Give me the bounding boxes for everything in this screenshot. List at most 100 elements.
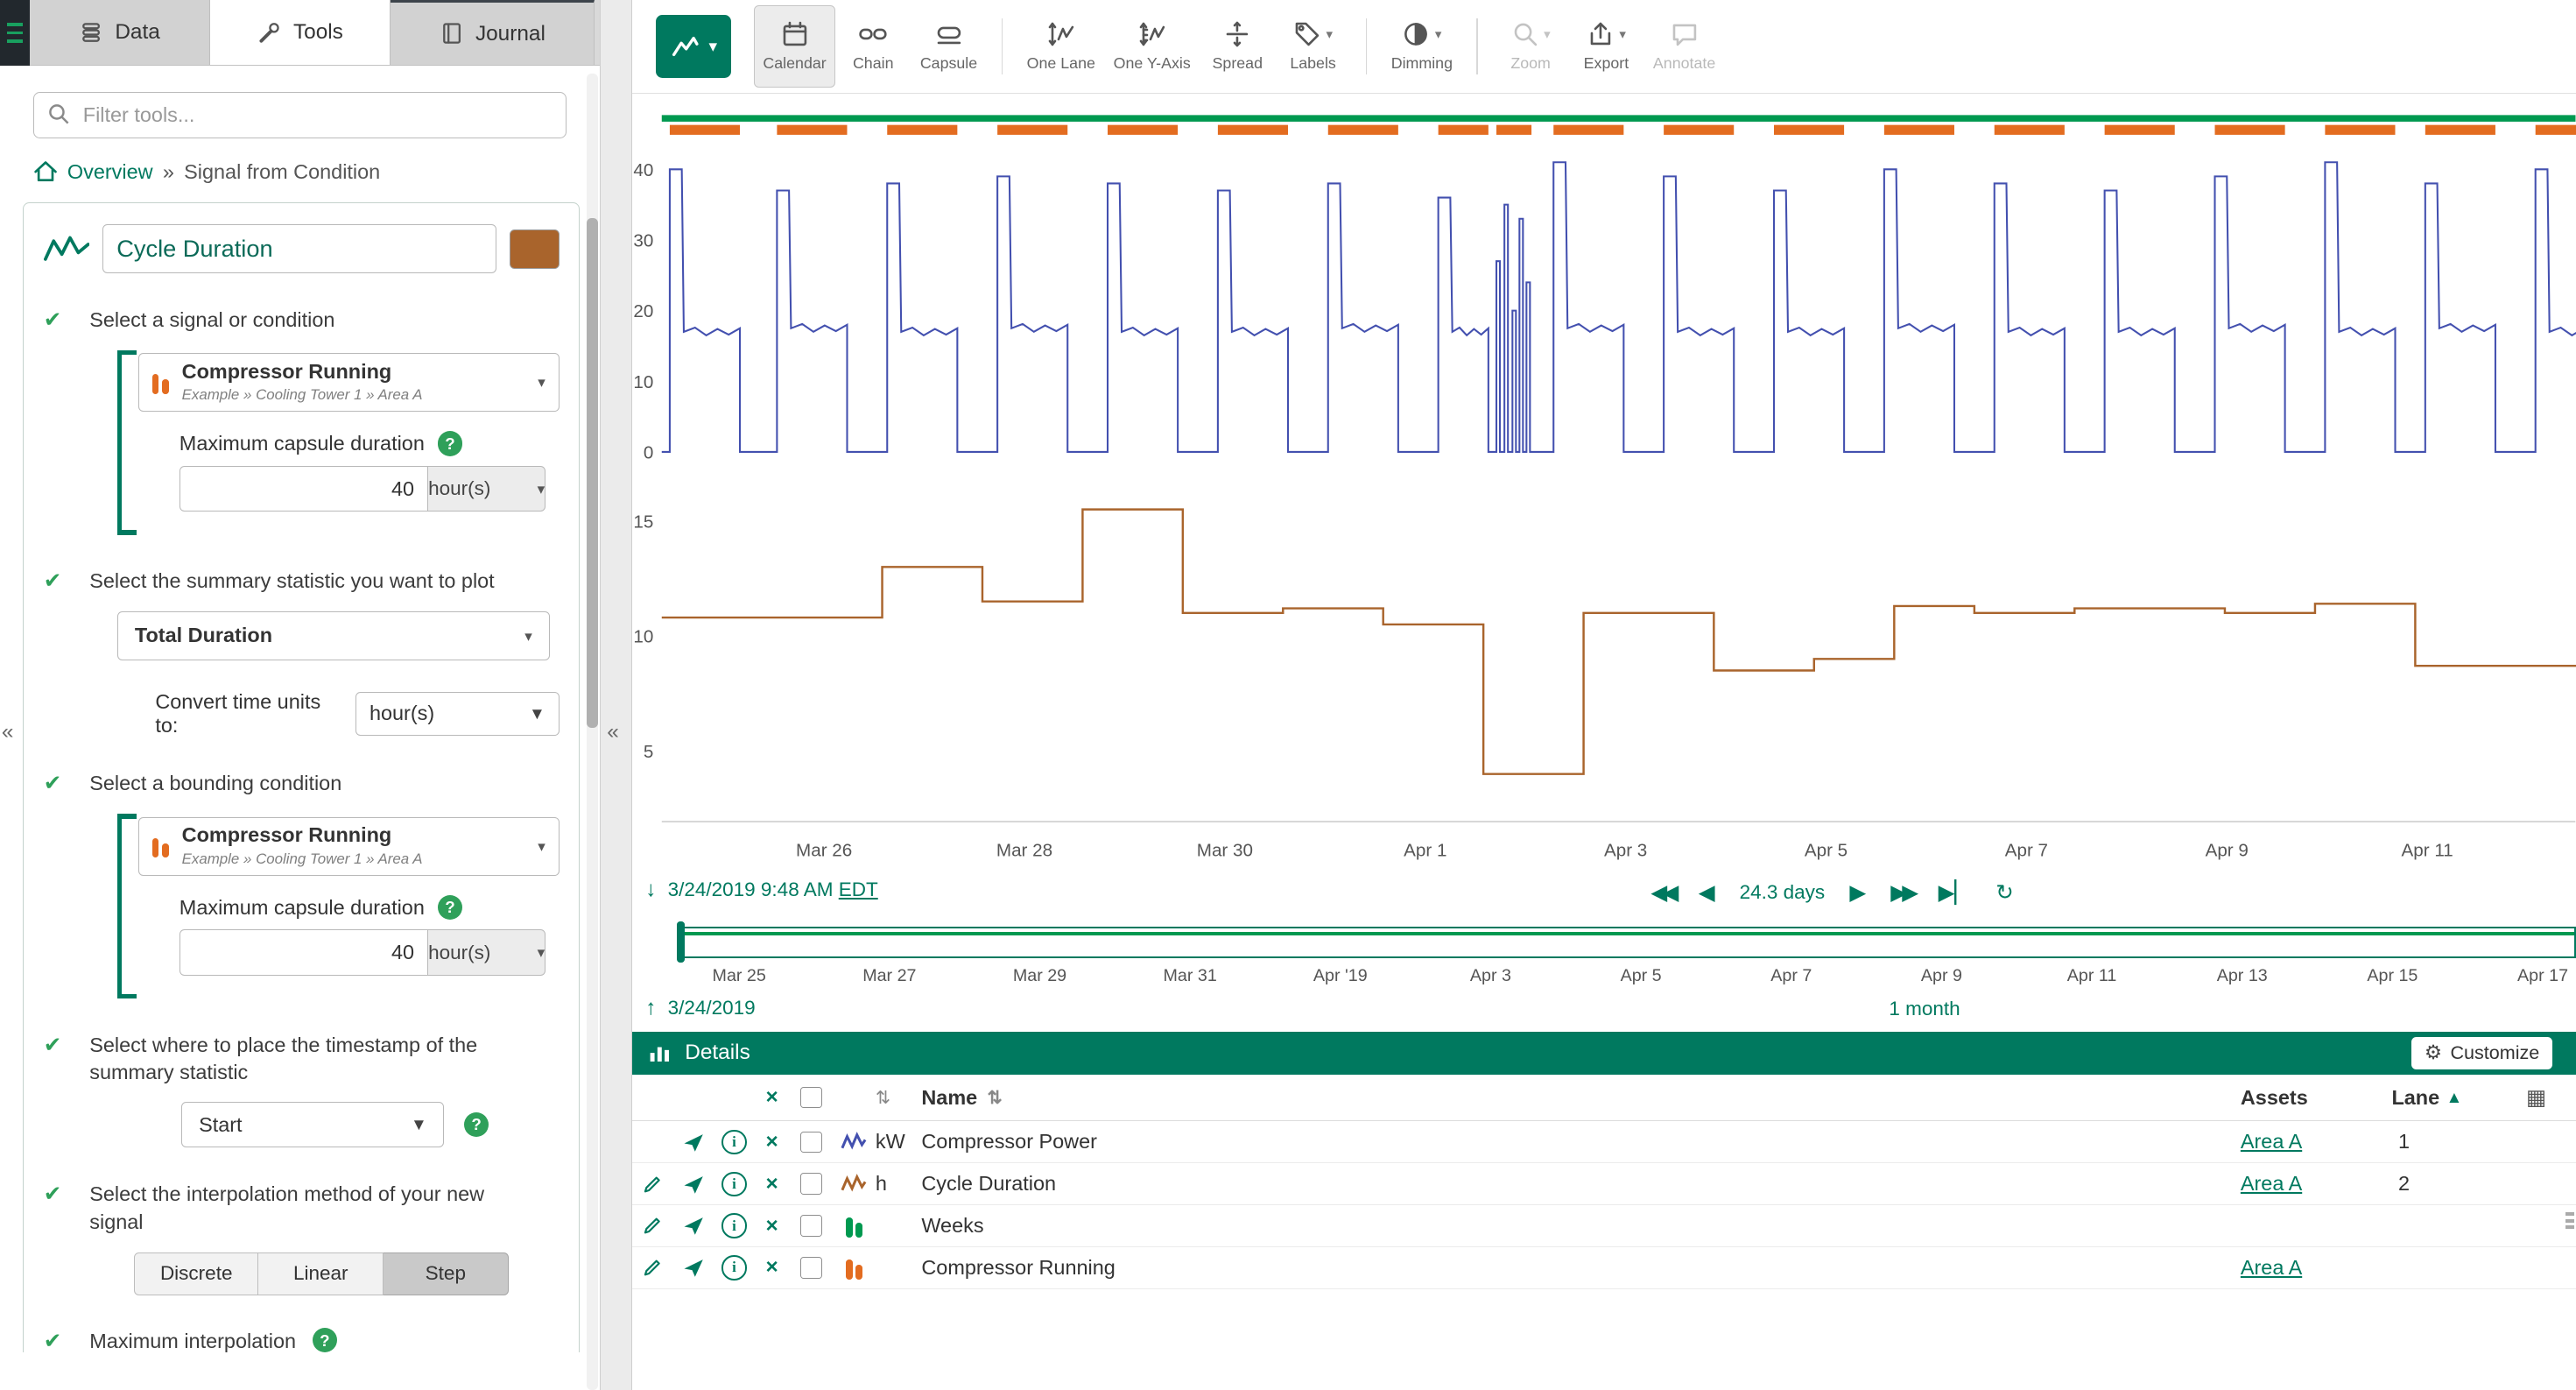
info-icon[interactable]: i [721, 1172, 746, 1196]
breadcrumb-overview-link[interactable]: Overview [67, 160, 153, 184]
toolbar-one-y-axis-button[interactable]: One Y-Axis [1104, 5, 1200, 88]
home-icon[interactable] [33, 159, 58, 184]
asset-link[interactable]: Area A [2241, 1130, 2302, 1153]
bounding-max-input[interactable] [179, 929, 427, 976]
tab-journal[interactable]: Journal [391, 0, 595, 65]
display-range-start[interactable]: 3/24/2019 9:48 AM EDT [668, 878, 878, 901]
rocket-icon[interactable] [682, 1173, 705, 1196]
toolbar-one-lane-button[interactable]: One Lane [1017, 5, 1104, 88]
timeline-selection[interactable] [682, 927, 2576, 958]
add-column-icon[interactable]: ▦ [2497, 1084, 2576, 1111]
help-icon[interactable]: ? [313, 1328, 337, 1352]
table-row[interactable]: i × h Cycle Duration Area A 2 [632, 1163, 2575, 1205]
panel-divider: « [600, 0, 633, 1390]
asset-link[interactable]: Area A [2241, 1172, 2302, 1195]
toolbar-capsule-button[interactable]: Capsule [911, 5, 986, 88]
bounding-condition-select[interactable]: Compressor Running Example » Cooling Tow… [138, 817, 560, 876]
table-row[interactable]: i × kW Compressor Power Area A 1 [632, 1121, 2575, 1163]
go-to-end-button[interactable]: ▶▏ [1939, 879, 1972, 906]
color-swatch-button[interactable] [510, 229, 559, 269]
statistic-select[interactable]: Total Duration ▾ [117, 611, 549, 660]
edit-icon[interactable] [641, 1173, 664, 1196]
rocket-icon[interactable] [682, 1214, 705, 1237]
hamburger-menu-icon[interactable] [0, 0, 30, 66]
table-row[interactable]: i × Compressor Running Area A [632, 1247, 2575, 1289]
bounding-section-label: Select a bounding condition [89, 770, 341, 798]
collapse-panel-left-icon[interactable]: « [2, 720, 14, 744]
toolbar-chain-button[interactable]: Chain [835, 5, 911, 88]
customize-button[interactable]: ⚙ Customize [2411, 1037, 2552, 1070]
duration-label[interactable]: 24.3 days [1740, 881, 1826, 904]
max-capsule-input[interactable] [179, 466, 427, 512]
toolbar-calendar-button[interactable]: Calendar [754, 5, 835, 88]
capsule-icon [935, 20, 963, 48]
refresh-icon[interactable]: ↻ [1995, 879, 2013, 906]
row-name[interactable]: Compressor Power [921, 1130, 2214, 1154]
convert-units-select[interactable]: hour(s)▼ [355, 692, 560, 737]
row-name[interactable]: Cycle Duration [921, 1172, 2214, 1196]
view-selector-button[interactable]: ▾ [656, 15, 731, 77]
column-lane-header[interactable]: Lane [2391, 1086, 2439, 1110]
row-checkbox[interactable] [800, 1132, 822, 1154]
interp-discrete-button[interactable]: Discrete [134, 1252, 259, 1295]
toolbar-spread-button[interactable]: Spread [1200, 5, 1275, 88]
select-all-checkbox[interactable] [800, 1087, 822, 1109]
edit-icon[interactable] [641, 1214, 664, 1237]
edit-icon[interactable] [641, 1256, 664, 1279]
interp-step-button[interactable]: Step [384, 1252, 509, 1295]
details-scrollbar[interactable] [2565, 1212, 2573, 1255]
row-checkbox[interactable] [800, 1257, 822, 1279]
remove-all-icon[interactable]: × [754, 1085, 790, 1110]
timestamp-select[interactable]: Start▼ [181, 1102, 444, 1148]
row-checkbox[interactable] [800, 1173, 822, 1195]
collapse-panel-icon[interactable]: « [607, 720, 619, 744]
pan-left-button[interactable]: ◀ [1699, 879, 1715, 906]
sort-name-icon[interactable]: ⇅ [987, 1087, 1002, 1109]
tab-data[interactable]: Data [30, 0, 210, 65]
bounding-max-unit-select[interactable]: hour(s)▾ [427, 929, 545, 976]
seeq-workbench: Data Tools Journal Overview » Signal fro… [0, 0, 2576, 1390]
toolbar-export-button[interactable]: ▾ Export [1568, 5, 1643, 88]
chain-icon [859, 20, 887, 48]
step-forward-button[interactable]: ▶▶ [1890, 879, 1913, 906]
info-icon[interactable]: i [721, 1255, 746, 1280]
tab-tools[interactable]: Tools [210, 0, 391, 65]
info-icon[interactable]: i [721, 1213, 746, 1238]
remove-icon[interactable]: × [754, 1172, 790, 1196]
investigate-range-start[interactable]: 3/24/2019 [668, 997, 756, 1020]
filter-tools-input[interactable] [33, 92, 567, 138]
table-row[interactable]: i × Weeks [632, 1205, 2575, 1247]
remove-icon[interactable]: × [754, 1255, 790, 1280]
investigate-range-duration[interactable]: 1 month [1889, 998, 1960, 1020]
trend-chart-area[interactable]: 01020304051015Mar 26Mar 28Mar 30Apr 1Apr… [632, 94, 2575, 878]
timezone-link[interactable]: EDT [839, 878, 878, 900]
result-name-input[interactable] [102, 224, 496, 273]
interp-linear-button[interactable]: Linear [258, 1252, 384, 1295]
sort-type-icon[interactable]: ⇅ [876, 1087, 922, 1109]
toolbar-annotate-button[interactable]: Annotate [1644, 5, 1725, 88]
step-back-button[interactable]: ◀◀ [1650, 879, 1673, 906]
remove-icon[interactable]: × [754, 1214, 790, 1238]
pan-right-button[interactable]: ▶ [1849, 879, 1866, 906]
asset-link[interactable]: Area A [2241, 1256, 2302, 1279]
row-name[interactable]: Weeks [921, 1214, 2214, 1238]
column-name-header[interactable]: Name [921, 1086, 977, 1110]
sidebar-scrollbar[interactable] [587, 74, 598, 1390]
remove-icon[interactable]: × [754, 1130, 790, 1154]
max-capsule-unit-select[interactable]: hour(s)▾ [427, 466, 545, 512]
row-checkbox[interactable] [800, 1215, 822, 1237]
toolbar-dimming-button[interactable]: ▾ Dimming [1382, 5, 1461, 88]
toolbar-zoom-button[interactable]: ▾ Zoom [1493, 5, 1568, 88]
signal-select[interactable]: Compressor Running Example » Cooling Tow… [138, 353, 560, 412]
toolbar-labels-button[interactable]: ▾ Labels [1275, 5, 1350, 88]
row-name[interactable]: Compressor Running [921, 1256, 2214, 1280]
help-icon[interactable]: ? [464, 1112, 489, 1137]
help-icon[interactable]: ? [438, 431, 462, 455]
rocket-icon[interactable] [682, 1256, 705, 1279]
info-icon[interactable]: i [721, 1130, 746, 1154]
help-icon[interactable]: ? [438, 895, 462, 920]
timeline-start-handle[interactable] [677, 921, 685, 963]
column-assets-header[interactable]: Assets [2214, 1086, 2385, 1110]
rocket-icon[interactable] [682, 1131, 705, 1154]
signal-select-subtitle: Example » Cooling Tower 1 » Area A [182, 386, 423, 404]
